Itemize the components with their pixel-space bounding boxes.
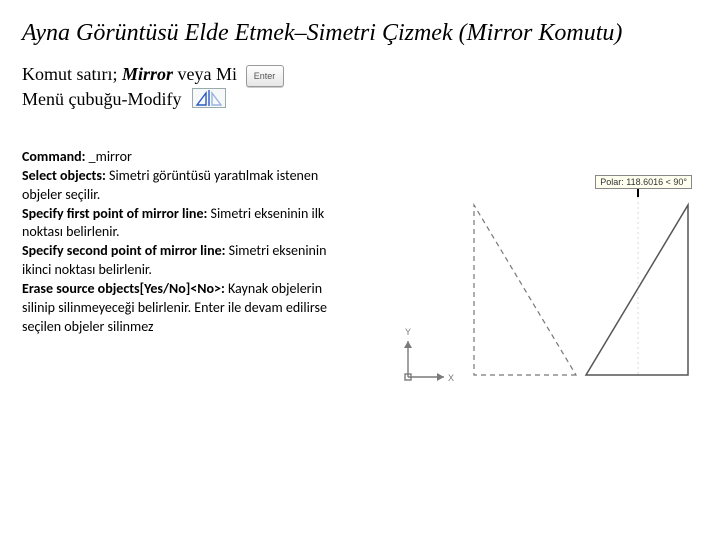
cmd-line: Specify first point of mirror line: Sime…	[22, 205, 352, 243]
instr-mi: Mi	[216, 64, 237, 84]
page-title: Ayna Görüntüsü Elde Etmek–Simetri Çizmek…	[22, 18, 698, 48]
command-block: Command: _mirror Select objects: Simetri…	[22, 148, 352, 337]
polar-tooltip: Polar: 118.6016 < 90°	[595, 175, 692, 189]
mirror-icon	[192, 88, 226, 114]
figure: Y X Polar: 118.6016 < 90°	[388, 175, 708, 405]
axis-y-label: Y	[405, 327, 411, 337]
instr-line2: Menü çubuğu-Modify	[22, 89, 181, 109]
cmd-line: Command: _mirror	[22, 148, 352, 167]
instr-prefix: Komut satırı;	[22, 64, 122, 84]
cmd-line: Erase source objects[Yes/No]<No>: Kaynak…	[22, 280, 352, 337]
instr-mirror: Mirror	[122, 64, 173, 84]
enter-key-icon: Enter	[246, 65, 284, 87]
instr-veya: veya	[173, 64, 216, 84]
cmd-line: Specify second point of mirror line: Sim…	[22, 242, 352, 280]
axis-x-label: X	[448, 373, 454, 383]
instruction-block: Komut satırı; Mirror veya Mi Enter Menü …	[22, 62, 698, 114]
cmd-line: Select objects: Simetri görüntüsü yaratı…	[22, 167, 352, 205]
